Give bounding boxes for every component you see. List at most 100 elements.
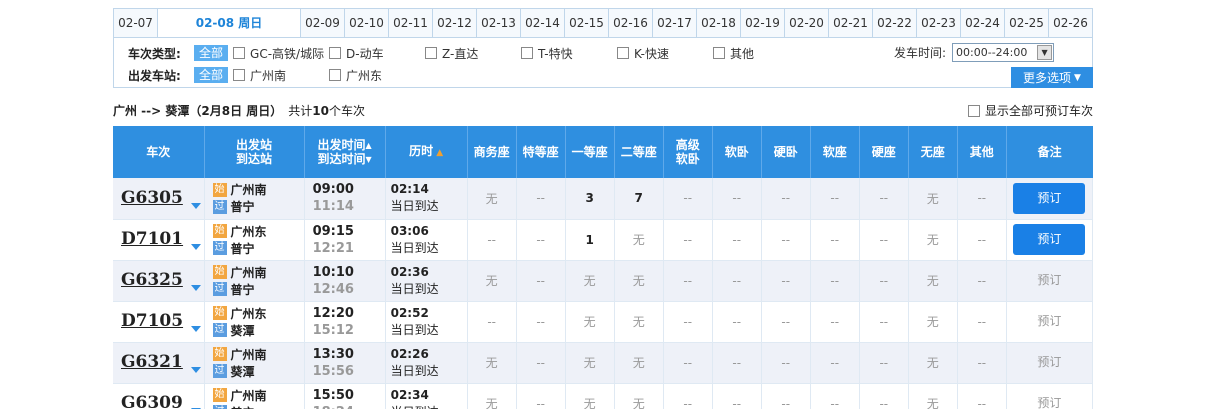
train-type-option[interactable]: D-动车: [329, 45, 425, 62]
seat-availability: --: [487, 314, 496, 329]
more-options-button[interactable]: 更多选项 ▼: [1011, 67, 1093, 88]
duration-cell: 03:06 当日到达: [385, 219, 468, 261]
station-option[interactable]: 广州东: [329, 67, 425, 84]
date-tab[interactable]: 02-12: [433, 9, 477, 37]
seat-availability: --: [732, 314, 742, 329]
train-cell: G6321: [113, 342, 205, 384]
from-station: 广州东: [230, 306, 267, 321]
date-tab[interactable]: 02-20: [785, 9, 829, 37]
date-tab[interactable]: 02-09: [301, 9, 345, 37]
train-type-option[interactable]: GC-高铁/城际: [233, 45, 329, 62]
date-tab[interactable]: 02-11: [389, 9, 433, 37]
header-other: 其他: [957, 126, 1007, 178]
seat-cell: --: [516, 383, 566, 409]
train-number-link[interactable]: G6321: [121, 352, 183, 372]
header-business: 商务座: [467, 126, 517, 178]
train-type-all-button[interactable]: 全部: [194, 45, 229, 61]
seat-availability: --: [977, 396, 987, 409]
train-number-link[interactable]: G6305: [121, 188, 183, 208]
train-type-checkbox[interactable]: [329, 47, 342, 59]
date-tab[interactable]: 02-14: [521, 9, 565, 37]
arrive-time: 18:24: [313, 404, 385, 409]
train-type-checkbox[interactable]: [521, 47, 534, 59]
expand-caret-icon[interactable]: [190, 367, 201, 373]
seat-availability: 无: [632, 356, 645, 370]
header-duration[interactable]: 历时 ▲: [385, 126, 468, 178]
date-tab[interactable]: 02-07: [114, 9, 158, 37]
train-type-checkbox[interactable]: [425, 47, 438, 59]
seat-availability: 1: [585, 232, 594, 247]
arrive-time: 11:14: [312, 199, 354, 215]
seat-availability: --: [536, 232, 545, 247]
chevron-down-icon[interactable]: ▼: [1037, 45, 1053, 60]
seat-availability: --: [830, 191, 840, 206]
book-button: 预订: [1037, 314, 1062, 328]
station-option[interactable]: 广州南: [233, 67, 329, 84]
seat-cell: --: [663, 260, 713, 302]
train-type-option[interactable]: K-快速: [617, 45, 713, 62]
date-tab[interactable]: 02-19: [741, 9, 785, 37]
expand-caret-icon[interactable]: [191, 244, 202, 250]
expand-caret-icon[interactable]: [190, 285, 201, 291]
seat-availability: 无: [632, 397, 645, 409]
header-time[interactable]: 出发时间▲ 到达时间▼: [304, 126, 386, 178]
seat-availability: --: [732, 191, 742, 206]
seat-availability: --: [732, 396, 742, 409]
seat-cell: --: [663, 178, 713, 220]
date-tab[interactable]: 02-13: [477, 9, 521, 37]
date-tab[interactable]: 02-24: [961, 9, 1005, 37]
header-special: 特等座: [516, 126, 566, 178]
seat-availability: --: [977, 191, 987, 206]
date-tab[interactable]: 02-18: [697, 9, 741, 37]
book-button[interactable]: 预订: [1013, 182, 1086, 214]
seat-cell: 3: [565, 178, 615, 220]
seat-cell: --: [957, 301, 1007, 343]
station-checkbox[interactable]: [329, 69, 342, 81]
train-type-option[interactable]: 其他: [713, 45, 773, 62]
seat-cell: 无: [908, 383, 958, 409]
seat-availability: --: [487, 232, 496, 247]
header-first: 一等座: [565, 126, 615, 178]
date-tab[interactable]: 02-25: [1005, 9, 1049, 37]
train-type-option[interactable]: Z-直达: [425, 45, 521, 62]
seat-availability: --: [781, 355, 791, 370]
train-number-link[interactable]: G6309: [121, 393, 183, 409]
seat-cell: 无: [614, 260, 664, 302]
date-tab[interactable]: 02-17: [653, 9, 697, 37]
station-checkbox[interactable]: [233, 69, 246, 81]
expand-caret-icon[interactable]: [190, 202, 201, 209]
date-tab[interactable]: 02-26: [1049, 9, 1092, 37]
seat-cell: --: [516, 342, 566, 384]
date-tab[interactable]: 02-10: [345, 9, 389, 37]
start-station-tag: 始: [212, 306, 227, 320]
station-all-button[interactable]: 全部: [194, 67, 229, 83]
show-all-checkbox[interactable]: [967, 104, 980, 117]
seat-cell: --: [516, 260, 566, 302]
train-number-link[interactable]: D7105: [121, 311, 183, 331]
start-station-tag: 始: [212, 265, 227, 279]
book-button[interactable]: 预订: [1013, 224, 1086, 255]
date-tab[interactable]: 02-16: [609, 9, 653, 37]
train-type-checkbox[interactable]: [233, 47, 246, 59]
time-cell: 13:30 15:56: [304, 342, 386, 384]
train-type-option[interactable]: T-特快: [521, 45, 617, 62]
date-tab[interactable]: 02-21: [829, 9, 873, 37]
expand-caret-icon[interactable]: [191, 326, 202, 332]
header-second: 二等座: [614, 126, 664, 178]
train-type-checkbox[interactable]: [617, 47, 630, 59]
date-tab[interactable]: 02-08 周日: [158, 9, 301, 39]
arrive-time: 15:12: [312, 322, 354, 338]
train-type-checkbox[interactable]: [713, 47, 726, 59]
train-number-link[interactable]: D7101: [121, 229, 183, 249]
seat-cell: --: [810, 342, 860, 384]
more-options-label: 更多选项: [1023, 71, 1072, 85]
date-tab[interactable]: 02-22: [873, 9, 917, 37]
seat-cell: --: [516, 301, 566, 343]
duration: 02:26: [390, 346, 429, 361]
date-tab[interactable]: 02-15: [565, 9, 609, 37]
show-all-bookable-toggle[interactable]: 显示全部可预订车次: [967, 102, 1093, 119]
depart-time-select[interactable]: 00:00--24:00 ▼: [952, 43, 1055, 62]
train-number-link[interactable]: G6325: [121, 270, 183, 290]
date-tab[interactable]: 02-23: [917, 9, 961, 37]
header-soft-sleeper: 软卧: [712, 126, 762, 178]
